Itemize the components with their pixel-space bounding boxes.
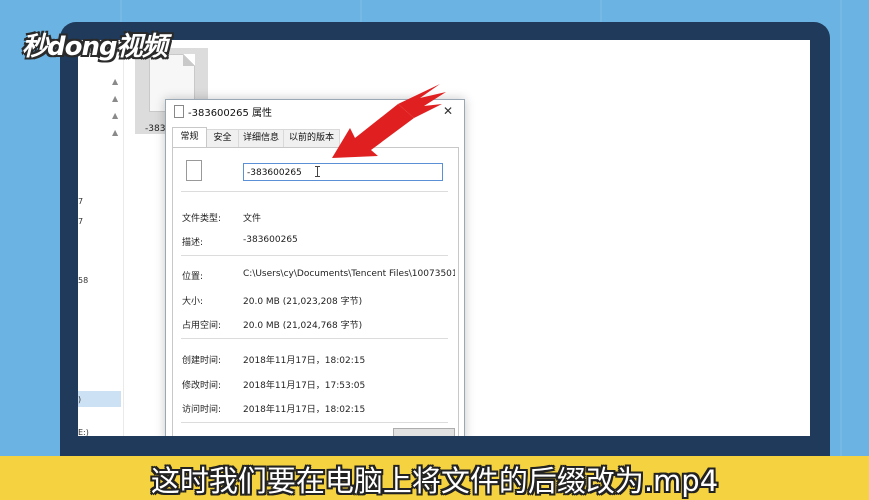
red-arrow-icon (332, 84, 446, 158)
subtitle-caption: 这时我们要在电脑上将文件的后缀改为.mp4 (150, 464, 719, 498)
tab-general[interactable]: 常规 (172, 127, 207, 147)
brand-logo: 秒dong视频 (22, 32, 168, 62)
